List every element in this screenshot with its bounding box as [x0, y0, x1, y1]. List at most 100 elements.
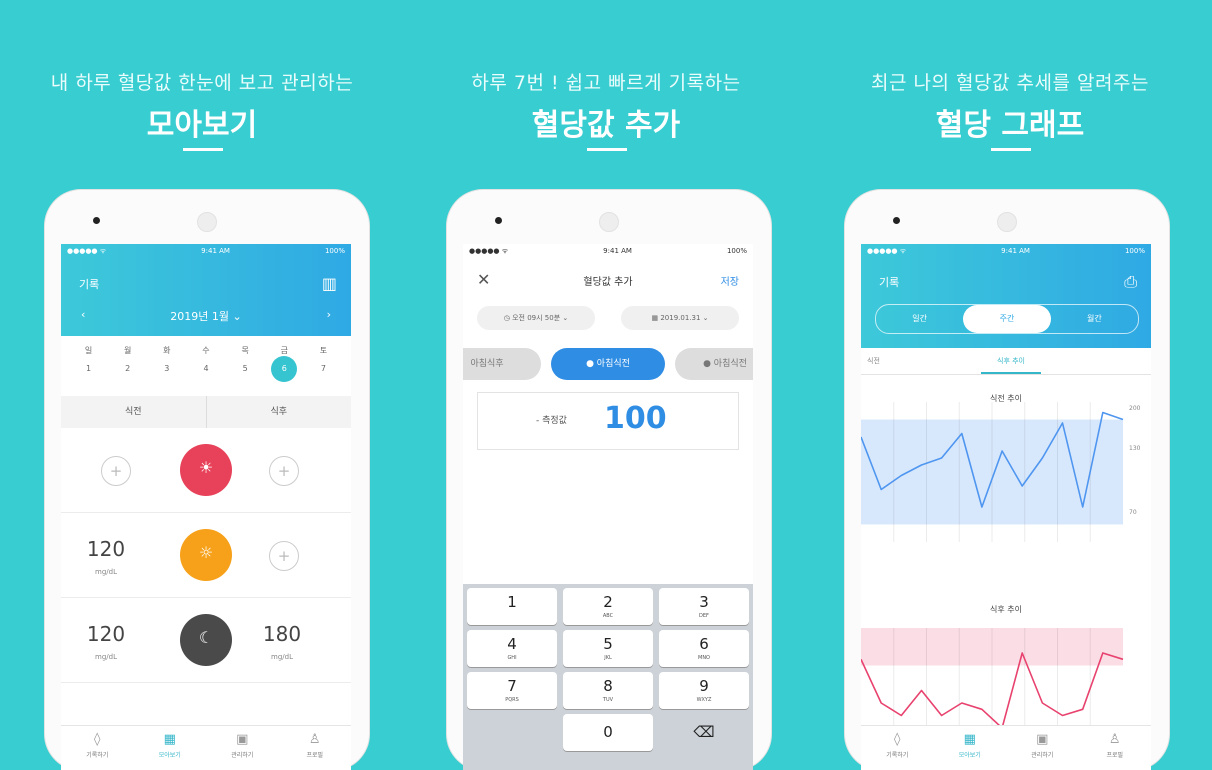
- meal-row-lunch: 120 mg/dL ☼ +: [61, 513, 351, 598]
- title-underline: [183, 148, 223, 151]
- chip-prev[interactable]: 아침식후: [463, 348, 541, 380]
- drop-icon: ◊: [94, 732, 101, 747]
- grid-icon: ▦: [963, 732, 976, 747]
- sun-icon[interactable]: ☼: [180, 529, 232, 581]
- entry-value: 100: [604, 401, 667, 436]
- note-icon: ▣: [1036, 732, 1049, 747]
- key-5[interactable]: 5 JKL: [563, 630, 653, 667]
- chart-icon[interactable]: ▥: [322, 274, 337, 293]
- title-underline: [587, 148, 627, 151]
- meal-row-breakfast: + ☀ +: [61, 428, 351, 513]
- panel-title: 모아보기: [146, 108, 258, 143]
- speaker: [997, 212, 1017, 232]
- meal-segment: 식전 식후: [61, 396, 351, 428]
- date-cell[interactable]: 7: [304, 360, 343, 378]
- check-icon: ●: [586, 359, 594, 369]
- month-nav: ‹ 2019년 1월 ⌄ ›: [61, 308, 351, 324]
- time-picker[interactable]: ◷ 오전 09시 50분 ⌄: [477, 306, 595, 330]
- add-before-button[interactable]: +: [101, 456, 131, 486]
- date-cell[interactable]: 4: [186, 360, 225, 378]
- phone-frame: ●●●●● ᯤ 9:41 AM 100% 기록 ▥ ‹ 2019년 1월 ⌄ › 일…: [45, 190, 369, 770]
- before-value[interactable]: 120 mg/dL: [71, 624, 141, 667]
- y-tick-label: 130: [1129, 445, 1141, 452]
- tab-manage[interactable]: ▣ 관리하기: [206, 726, 279, 770]
- chip-next[interactable]: ● 아침식전: [675, 348, 753, 380]
- nav-title: 혈당값 추가: [583, 277, 633, 288]
- date-cell-selected[interactable]: 6: [271, 356, 298, 382]
- date-picker[interactable]: ▦ 2019.01.31 ⌄: [621, 306, 739, 330]
- panel-graph: 최근 나의 혈당값 추세를 알려주는 혈당 그래프 ●●●●● ᯤ 9:41 AM…: [808, 0, 1212, 770]
- drop-icon: ◊: [894, 732, 901, 747]
- prev-month-icon[interactable]: ‹: [81, 308, 85, 324]
- key-1[interactable]: 1: [467, 588, 557, 625]
- key-4[interactable]: 4 GHI: [467, 630, 557, 667]
- after-value[interactable]: 180 mg/dL: [247, 624, 317, 667]
- key-3[interactable]: 3 DEF: [659, 588, 749, 625]
- segment-after-meal[interactable]: 식후: [205, 396, 352, 428]
- panel-overview: 내 하루 혈당값 한눈에 보고 관리하는 모아보기 ●●●●● ᯤ 9:41 AM…: [0, 0, 404, 770]
- period-segment: 일간 주간 월간: [875, 304, 1139, 334]
- before-meal-chart: 200 130 70: [861, 402, 1141, 542]
- y-tick-label: 200: [1129, 405, 1141, 412]
- status-bar: ●●●●● ᯤ 9:41 AM 100%: [67, 246, 345, 256]
- key-empty: [467, 714, 557, 751]
- panel-add-glucose: 하루 7번 ! 쉽고 빠르게 기록하는 혈당값 추가 ●●●●● ᯤ 9:41 A…: [404, 0, 808, 770]
- panel-subtitle: 내 하루 혈당값 한눈에 보고 관리하는: [50, 72, 354, 94]
- key-7[interactable]: 7 PQRS: [467, 672, 557, 709]
- tab-overview[interactable]: ▦ 모아보기: [134, 726, 207, 770]
- tab-manage[interactable]: ▣ 관리하기: [1006, 726, 1079, 770]
- panel-subtitle: 최근 나의 혈당값 추세를 알려주는: [871, 72, 1149, 94]
- check-icon: ●: [703, 359, 711, 369]
- month-selector[interactable]: 2019년 1월 ⌄: [170, 308, 241, 324]
- person-icon: ♙: [1108, 732, 1121, 747]
- status-bar: ●●●●● ᯤ 9:41 AM 100%: [469, 246, 747, 256]
- segment-before-meal[interactable]: 식전: [61, 396, 206, 428]
- key-2[interactable]: 2 ABC: [563, 588, 653, 625]
- speaker: [197, 212, 217, 232]
- add-after-button[interactable]: +: [269, 541, 299, 571]
- backspace-icon[interactable]: ⌫: [659, 714, 749, 751]
- key-8[interactable]: 8 TUV: [563, 672, 653, 709]
- y-tick-label: 70: [1129, 509, 1137, 516]
- status-bar: ●●●●● ᯤ 9:41 AM 100%: [867, 246, 1145, 256]
- panel-subtitle: 하루 7번 ! 쉽고 빠르게 기록하는: [471, 72, 741, 94]
- panel-title: 혈당값 추가: [531, 108, 681, 143]
- tab-after-trend[interactable]: 식후 추이: [981, 356, 1041, 374]
- segment-monthly[interactable]: 월간: [1051, 305, 1138, 333]
- report-icon[interactable]: ⎙: [1124, 272, 1137, 292]
- value-entry[interactable]: - 측정값 100: [477, 392, 739, 450]
- tab-profile[interactable]: ♙ 프로필: [279, 726, 352, 770]
- person-icon: ♙: [308, 732, 321, 747]
- header-label: 기록: [879, 276, 900, 289]
- tab-record[interactable]: ◊ 기록하기: [861, 726, 934, 770]
- sunrise-icon[interactable]: ☀: [180, 444, 232, 496]
- date-cell[interactable]: 2: [108, 360, 147, 378]
- phone-screen: ●●●●● ᯤ 9:41 AM 100% 기록 ▥ ‹ 2019년 1월 ⌄ › 일…: [61, 244, 351, 770]
- chip-selected[interactable]: ● 아침식전: [551, 348, 665, 380]
- date-cell[interactable]: 3: [147, 360, 186, 378]
- tab-before[interactable]: 식전: [867, 356, 880, 366]
- date-cell[interactable]: 5: [226, 360, 265, 378]
- grid-icon: ▦: [163, 732, 176, 747]
- key-0[interactable]: 0: [563, 714, 653, 751]
- phone-frame: ●●●●● ᯤ 9:41 AM 100% 기록 ⎙ 일간 주간 월간 식전 식후 추…: [845, 190, 1169, 770]
- segment-weekly[interactable]: 주간: [963, 305, 1051, 333]
- tab-profile[interactable]: ♙ 프로필: [1079, 726, 1152, 770]
- tab-record[interactable]: ◊ 기록하기: [61, 726, 134, 770]
- tab-bar: ◊ 기록하기 ▦ 모아보기 ▣ 관리하기 ♙ 프로필: [861, 725, 1151, 770]
- key-6[interactable]: 6 MNO: [659, 630, 749, 667]
- next-month-icon[interactable]: ›: [327, 308, 331, 324]
- moon-icon[interactable]: ☾: [180, 614, 232, 666]
- time-date-pills: ◷ 오전 09시 50분 ⌄ ▦ 2019.01.31 ⌄: [463, 302, 753, 334]
- camera-dot: [93, 217, 100, 224]
- before-value[interactable]: 120 mg/dL: [71, 539, 141, 582]
- segment-daily[interactable]: 일간: [876, 305, 963, 333]
- graph-tabs: 식전 식후 추이: [861, 348, 1151, 375]
- date-cell[interactable]: 1: [69, 360, 108, 378]
- add-after-button[interactable]: +: [269, 456, 299, 486]
- key-9[interactable]: 9 WXYZ: [659, 672, 749, 709]
- tab-overview[interactable]: ▦ 모아보기: [934, 726, 1007, 770]
- save-button[interactable]: 저장: [721, 273, 739, 288]
- camera-dot: [893, 217, 900, 224]
- header-area: ●●●●● ᯤ 9:41 AM 100% 기록 ⎙ 일간 주간 월간: [861, 244, 1151, 348]
